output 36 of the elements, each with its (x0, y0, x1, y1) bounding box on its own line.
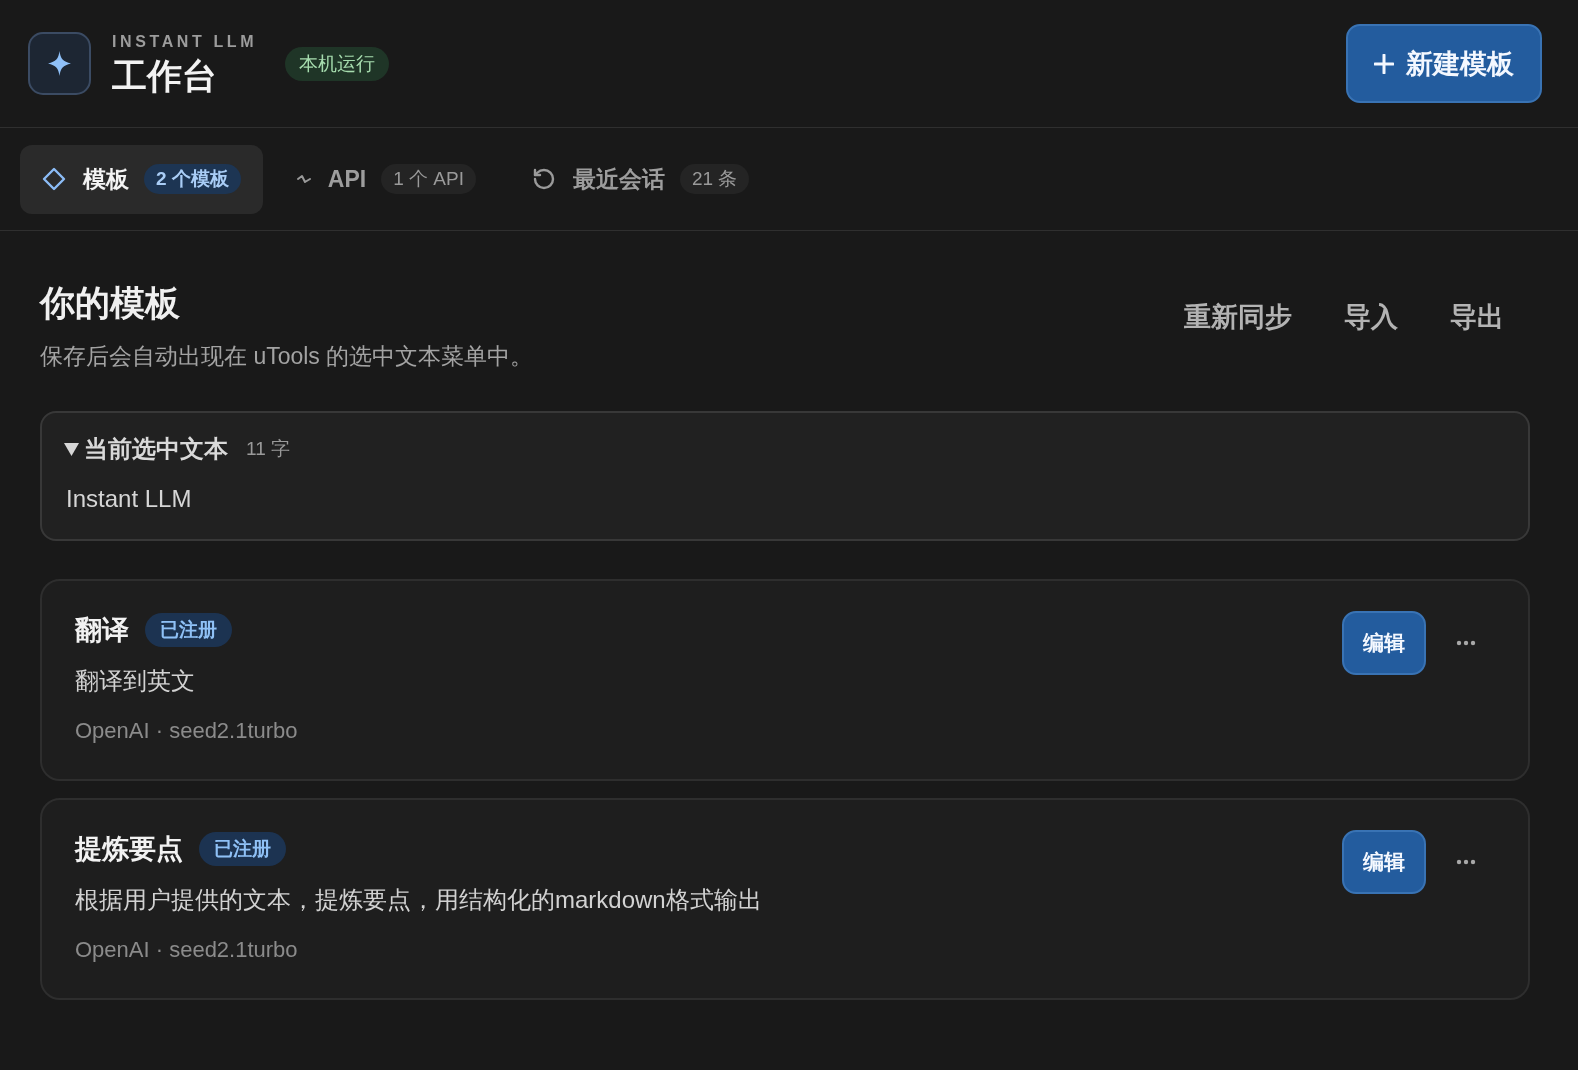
model-info: OpenAI · seed2.1turbo (75, 717, 298, 745)
template-name: 翻译 (75, 614, 129, 647)
template-description: 翻译到英文 (75, 666, 196, 696)
action-button[interactable]: 导出 (1428, 291, 1526, 343)
action-button[interactable]: 导入 (1322, 291, 1420, 343)
plus-icon (1374, 53, 1394, 74)
diamond-icon (42, 167, 66, 191)
page-title: 工作台 (112, 55, 218, 96)
template-description: 根据用户提供的文本，提炼要点，用结构化的markdown格式输出 (75, 885, 762, 915)
template-name: 提炼要点 (75, 833, 183, 866)
action-button[interactable]: 重新同步 (1162, 291, 1314, 343)
tab[interactable]: 模板 2 个模板 (20, 144, 263, 214)
section-subtitle: 保存后会自动出现在 uTools 的选中文本菜单中。 (40, 342, 534, 371)
model-info: OpenAI · seed2.1turbo (75, 936, 299, 964)
selected-text: Instant LLM (65, 485, 193, 513)
status-badge: 已注册 (145, 613, 232, 647)
panel-title: 当前选中文本 (84, 434, 228, 464)
sparkle-logo-icon (28, 32, 91, 95)
tab[interactable]: API 1 个 API (274, 144, 498, 214)
new-template-button[interactable]: 新建模板 (1346, 24, 1542, 103)
more-icon[interactable] (1456, 859, 1476, 865)
tab[interactable]: 最近会话 21 条 (509, 144, 772, 214)
status-badge: 已注册 (199, 832, 286, 866)
zigzag-icon (296, 174, 311, 184)
count-badge: 1 个 API (381, 164, 476, 194)
rotate-arrow-icon (531, 167, 556, 191)
section-title: 你的模板 (40, 282, 181, 324)
app-name: INSTANT LLM (112, 31, 258, 52)
edit-button[interactable]: 编辑 (1342, 830, 1426, 894)
count-badge: 21 条 (679, 164, 750, 194)
more-icon[interactable] (1456, 640, 1476, 646)
count-badge: 2 个模板 (144, 164, 241, 194)
disclosure-triangle-icon[interactable] (64, 442, 79, 456)
status-badge: 本机运行 (285, 46, 390, 81)
edit-button[interactable]: 编辑 (1342, 611, 1426, 675)
char-count: 11 字 (246, 437, 290, 461)
